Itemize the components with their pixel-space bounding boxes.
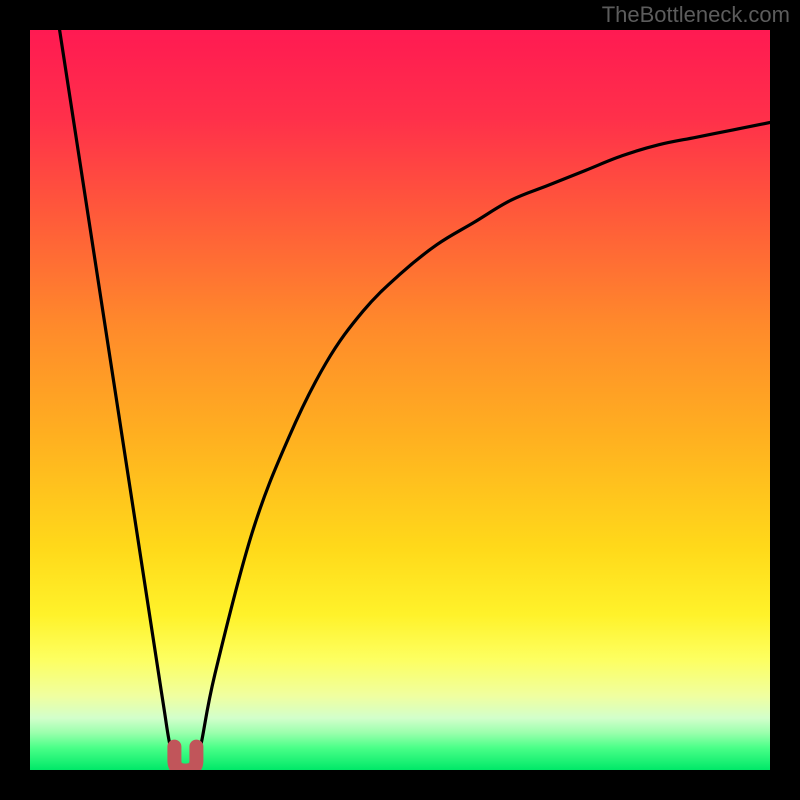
curve-left-branch bbox=[60, 30, 178, 763]
curve-right-branch bbox=[193, 123, 770, 763]
watermark-text: TheBottleneck.com bbox=[602, 2, 790, 28]
min-marker-icon bbox=[174, 747, 196, 770]
chart-frame: TheBottleneck.com bbox=[0, 0, 800, 800]
plot-area bbox=[30, 30, 770, 770]
curve-layer bbox=[30, 30, 770, 770]
